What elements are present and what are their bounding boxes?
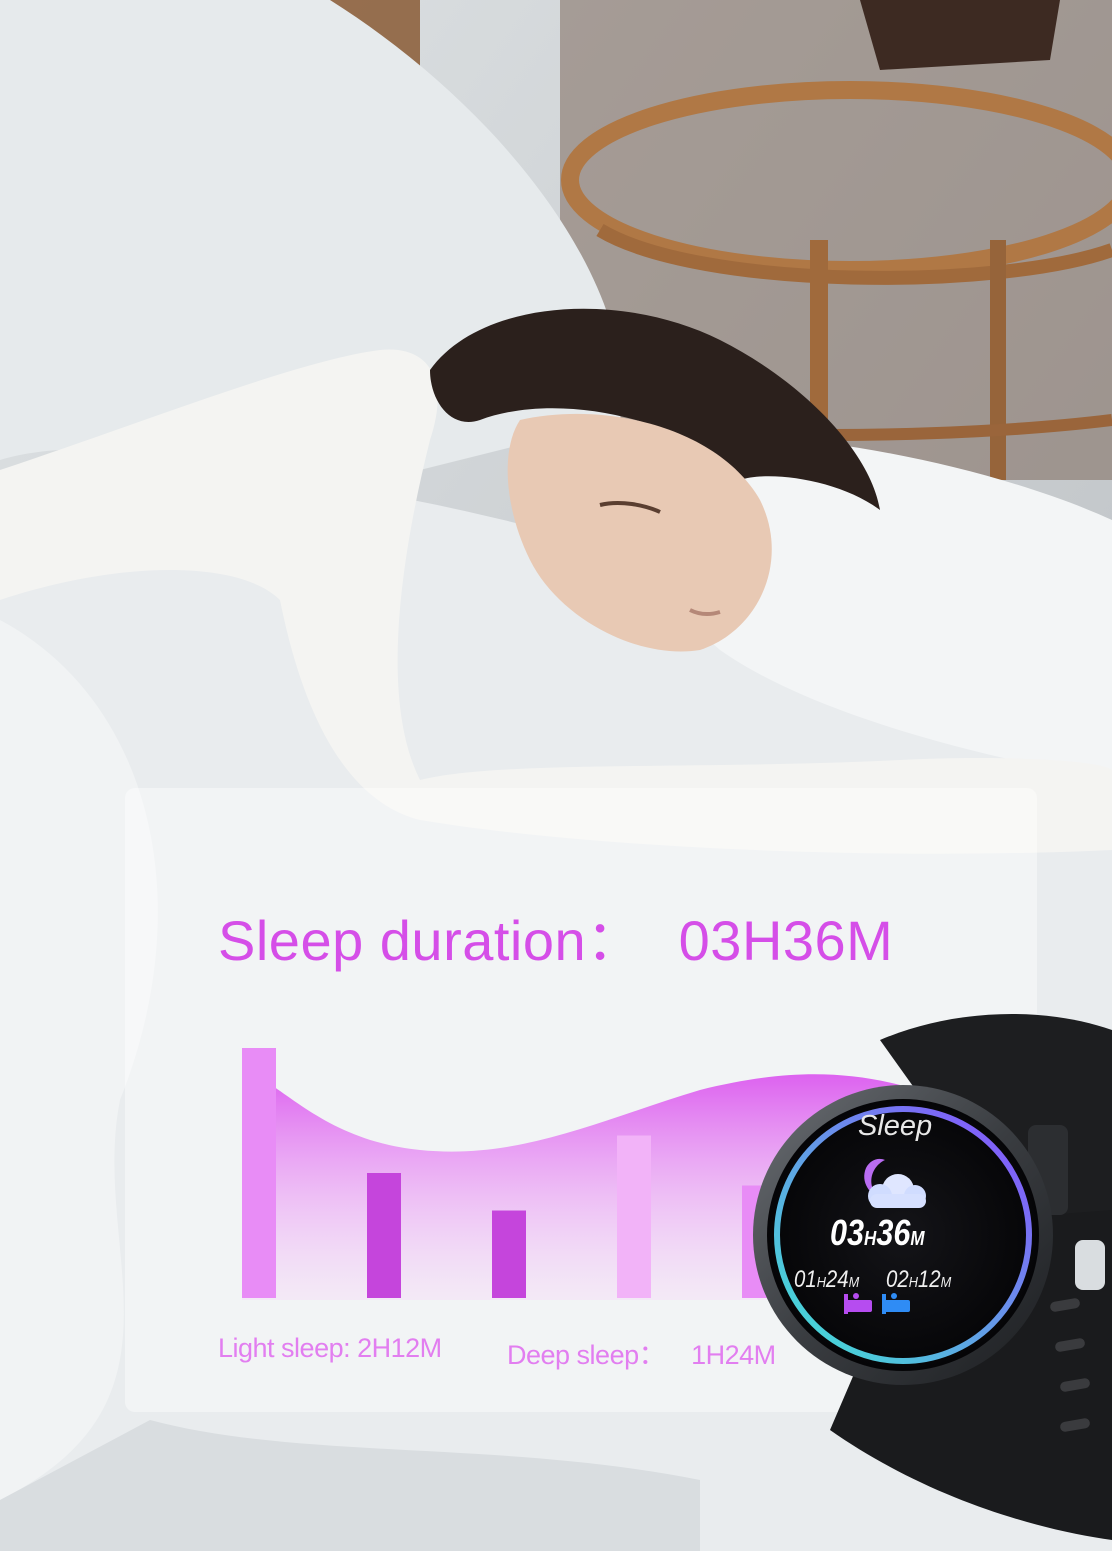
watch-total-hours: 03 (830, 1212, 865, 1253)
watch-light-minutes: 24 (825, 1266, 849, 1293)
sleep-bar-1 (242, 1048, 276, 1298)
watch-light-minutes-unit: M (848, 1274, 860, 1291)
watch-crown (1075, 1240, 1105, 1290)
watch-total-duration: 03H36M (830, 1212, 925, 1254)
deep-sleep-label: Deep sleep： (507, 1340, 666, 1370)
sleep-bar-2 (367, 1173, 401, 1298)
sleep-duration-headline: Sleep duration： 03H36M (218, 896, 893, 977)
watch-title: Sleep (858, 1110, 933, 1142)
watch-deep-hours-unit: H (908, 1274, 918, 1291)
sleep-bar-4 (617, 1135, 651, 1298)
watch-light-hours-unit: H (816, 1274, 826, 1291)
watch-total-hours-unit: H (864, 1228, 877, 1250)
deep-sleep-legend: Deep sleep： 1H24M (507, 1333, 776, 1372)
sleep-duration-label: Sleep duration： (218, 909, 643, 972)
light-sleep-legend: Light sleep: 2H12M (218, 1333, 442, 1363)
watch-deep-duration: 02H12M (886, 1266, 951, 1294)
watch-deep-minutes-unit: M (940, 1274, 952, 1291)
sleep-bar-3 (492, 1210, 526, 1298)
watch-total-minutes-unit: M (910, 1228, 925, 1250)
deep-sleep-value: 1H24M (691, 1340, 776, 1370)
watch-total-minutes: 36 (876, 1212, 911, 1253)
sleep-duration-value: 03H36M (678, 909, 894, 972)
watch-deep-hours: 02 (886, 1266, 909, 1293)
watch-light-hours: 01 (794, 1266, 817, 1293)
bedroom-photo (0, 0, 1112, 1551)
watch-deep-minutes: 12 (917, 1266, 941, 1293)
watch-light-duration: 01H24M (794, 1266, 859, 1294)
